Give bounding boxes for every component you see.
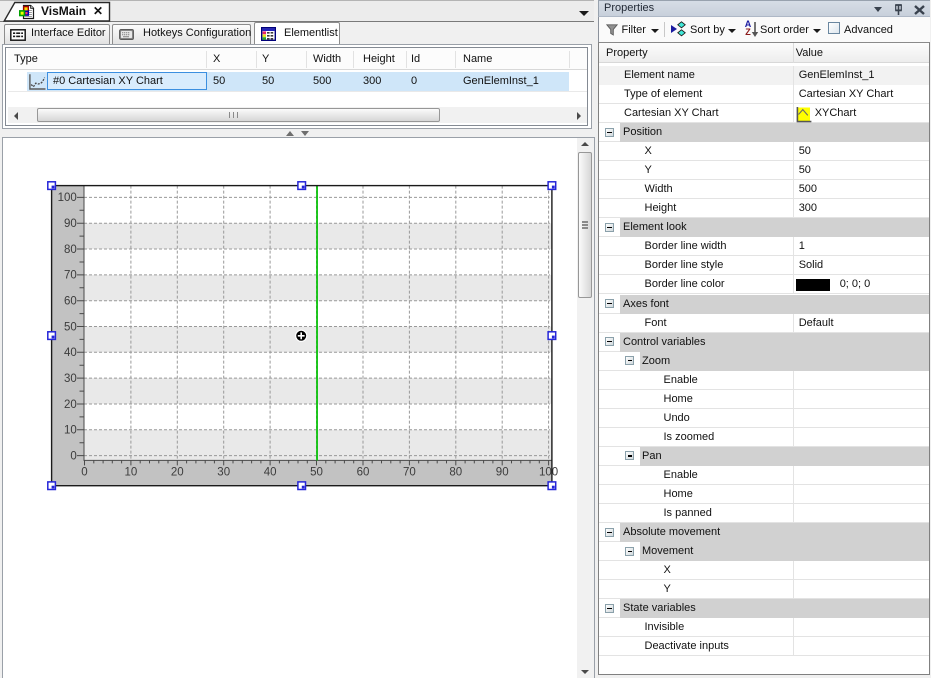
svg-text:80: 80 [449, 467, 462, 479]
svg-text:0: 0 [81, 467, 87, 479]
svg-text:0: 0 [70, 450, 76, 462]
svg-text:30: 30 [64, 373, 77, 385]
svg-text:50: 50 [310, 467, 323, 479]
svg-text:60: 60 [64, 296, 77, 308]
svg-text:70: 70 [403, 467, 416, 479]
svg-text:90: 90 [496, 467, 509, 479]
svg-text:40: 40 [264, 467, 277, 479]
svg-text:10: 10 [125, 467, 138, 479]
svg-text:50: 50 [64, 321, 77, 333]
svg-text:60: 60 [357, 467, 370, 479]
svg-text:30: 30 [217, 467, 230, 479]
svg-text:20: 20 [171, 467, 184, 479]
svg-text:40: 40 [64, 347, 77, 359]
svg-text:90: 90 [64, 218, 77, 230]
svg-text:80: 80 [64, 244, 77, 256]
svg-text:10: 10 [64, 425, 77, 437]
svg-text:20: 20 [64, 399, 77, 411]
svg-text:100: 100 [58, 192, 77, 204]
svg-text:70: 70 [64, 270, 77, 282]
svg-text:100: 100 [539, 467, 558, 479]
